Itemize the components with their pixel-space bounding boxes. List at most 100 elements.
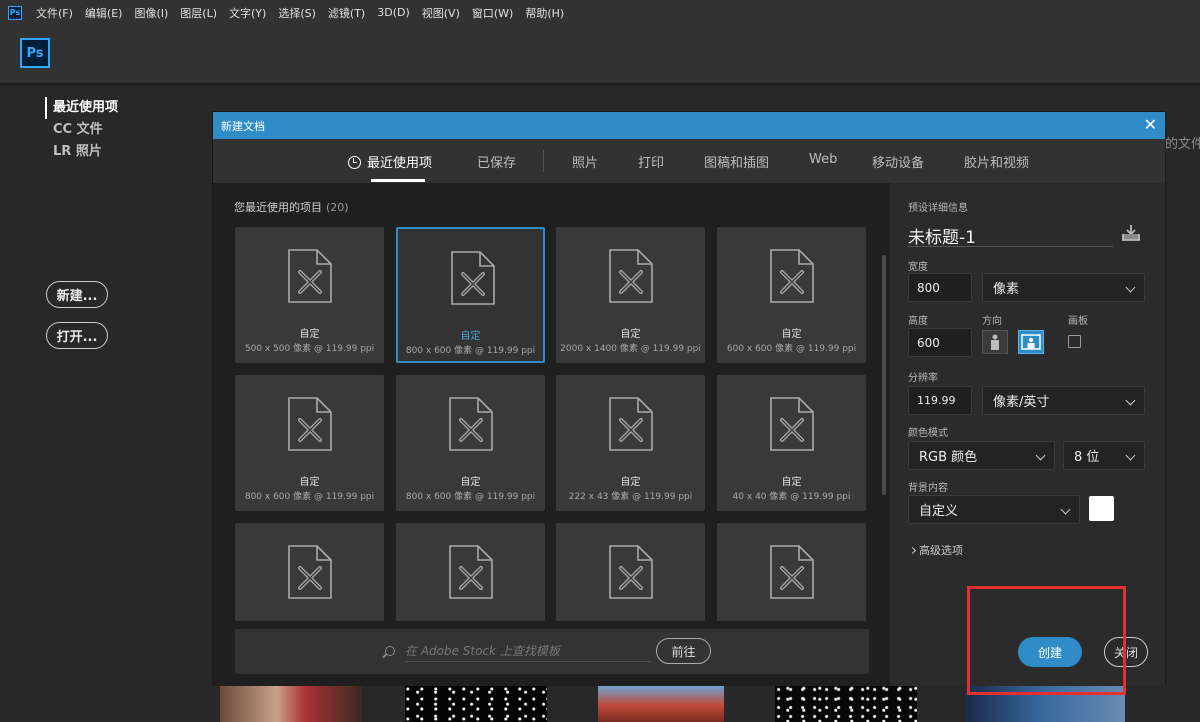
width-label: 宽度 <box>908 262 928 273</box>
tab-recent[interactable]: 最近使用项 <box>348 152 432 171</box>
preset-card[interactable] <box>556 523 705 621</box>
close-icon[interactable]: ✕ <box>1144 116 1157 134</box>
document-icon <box>449 545 493 599</box>
thumbnail-image[interactable] <box>598 685 724 722</box>
home-sidebar <box>0 85 212 722</box>
document-icon <box>609 397 653 451</box>
clock-icon <box>348 156 361 169</box>
preset-name: 自定 <box>781 329 802 340</box>
nav-recent[interactable]: 最近使用项 <box>45 97 118 119</box>
advanced-options-toggle[interactable]: 高级选项 <box>908 542 963 558</box>
chevron-down-icon <box>1035 450 1046 461</box>
stock-search-input[interactable]: 在 Adobe Stock 上查找模板 <box>385 642 560 659</box>
preset-dimensions: 2000 x 1400 像素 @ 119.99 ppi <box>560 344 701 354</box>
tab-art-illustration[interactable]: 图稿和插图 <box>704 152 769 171</box>
preset-card[interactable] <box>717 523 866 621</box>
tab-film-video[interactable]: 胶片和视频 <box>964 152 1029 171</box>
unit-dropdown[interactable]: 像素 <box>982 273 1145 302</box>
menu-window[interactable]: 窗口(W) <box>472 5 513 21</box>
scrollbar[interactable] <box>882 255 886 495</box>
color-mode-dropdown[interactable]: RGB 颜色 <box>908 441 1055 470</box>
thumbnail-image[interactable] <box>220 685 362 722</box>
nav-lr-photos[interactable]: LR 照片 <box>45 141 118 163</box>
home-nav: 最近使用项 CC 文件 LR 照片 <box>45 97 118 163</box>
menu-edit[interactable]: 编辑(E) <box>85 5 123 21</box>
dialog-title: 新建文档 <box>221 119 265 133</box>
preset-dimensions: 800 x 600 像素 @ 119.99 ppi <box>405 346 536 356</box>
preset-name: 自定 <box>299 477 320 488</box>
document-icon <box>288 249 332 303</box>
thumbnail-image[interactable] <box>775 685 917 722</box>
chevron-right-icon <box>908 546 917 555</box>
portrait-orientation-icon[interactable] <box>982 330 1008 354</box>
nav-cc-files[interactable]: CC 文件 <box>45 119 118 141</box>
tab-mobile[interactable]: 移动设备 <box>872 152 924 171</box>
preset-card[interactable]: 自定 600 x 600 像素 @ 119.99 ppi <box>717 227 866 363</box>
go-button[interactable]: 前往 <box>656 638 711 664</box>
width-field[interactable]: 800 <box>908 273 972 302</box>
menu-view[interactable]: 视图(V) <box>422 5 460 21</box>
menu-filter[interactable]: 滤镜(T) <box>328 5 365 21</box>
open-button[interactable]: 打开... <box>46 322 108 349</box>
menu-help[interactable]: 帮助(H) <box>525 5 564 21</box>
artboard-checkbox[interactable] <box>1068 335 1081 348</box>
artboard-label: 画板 <box>1068 316 1088 327</box>
preset-card[interactable]: 自定 800 x 600 像素 @ 119.99 ppi <box>396 375 545 511</box>
tab-photo[interactable]: 照片 <box>572 152 598 171</box>
preset-card[interactable]: 自定 222 x 43 像素 @ 119.99 ppi <box>556 375 705 511</box>
tab-divider <box>543 150 544 172</box>
landscape-orientation-icon[interactable] <box>1018 330 1044 354</box>
document-icon <box>770 545 814 599</box>
menu-file[interactable]: 文件(F) <box>36 5 73 21</box>
tab-saved[interactable]: 已保存 <box>477 152 516 171</box>
document-icon <box>609 545 653 599</box>
preset-dimensions: 800 x 600 像素 @ 119.99 ppi <box>405 492 536 502</box>
height-field[interactable]: 600 <box>908 328 972 357</box>
photoshop-logo[interactable]: Ps <box>20 38 50 68</box>
menu-select[interactable]: 选择(S) <box>278 5 316 21</box>
preset-dimensions: 222 x 43 像素 @ 119.99 ppi <box>568 492 693 502</box>
document-icon <box>288 545 332 599</box>
preset-card[interactable]: 自定 800 x 600 像素 @ 119.99 ppi <box>396 227 545 363</box>
document-icon <box>451 251 495 305</box>
home-hint-text: 的文件 <box>1165 137 1200 152</box>
tab-print[interactable]: 打印 <box>638 152 664 171</box>
preset-name: 自定 <box>460 331 481 342</box>
menu-type[interactable]: 文字(Y) <box>229 5 266 21</box>
chevron-down-icon <box>1125 395 1136 406</box>
home-header: Ps <box>0 25 1200 83</box>
menu-image[interactable]: 图像(I) <box>134 5 168 21</box>
tab-web[interactable]: Web <box>809 152 837 167</box>
background-dropdown[interactable]: 自定义 <box>908 495 1080 524</box>
menu-layer[interactable]: 图层(L) <box>180 5 217 21</box>
new-button[interactable]: 新建... <box>46 281 108 308</box>
preset-card[interactable]: 自定 2000 x 1400 像素 @ 119.99 ppi <box>556 227 705 363</box>
name-underline <box>908 246 1113 247</box>
height-label: 高度 <box>908 316 928 327</box>
preset-name: 自定 <box>620 329 641 340</box>
preset-name: 自定 <box>781 477 802 488</box>
document-name[interactable]: 未标题-1 <box>908 223 976 248</box>
menu-3d[interactable]: 3D(D) <box>377 6 410 19</box>
preset-card[interactable] <box>235 523 384 621</box>
preset-card[interactable]: 自定 800 x 600 像素 @ 119.99 ppi <box>235 375 384 511</box>
preset-card[interactable]: 自定 500 x 500 像素 @ 119.99 ppi <box>235 227 384 363</box>
background-label: 背景内容 <box>908 483 948 494</box>
document-icon <box>449 397 493 451</box>
preset-card[interactable]: 自定 40 x 40 像素 @ 119.99 ppi <box>717 375 866 511</box>
resolution-field[interactable]: 119.99 <box>908 386 972 415</box>
search-icon <box>385 646 395 656</box>
color-mode-label: 颜色模式 <box>908 428 948 439</box>
resolution-unit-dropdown[interactable]: 像素/英寸 <box>982 386 1145 415</box>
preset-name: 自定 <box>620 477 641 488</box>
bit-depth-dropdown[interactable]: 8 位 <box>1063 441 1145 470</box>
preset-dimensions: 800 x 600 像素 @ 119.99 ppi <box>244 492 375 502</box>
orientation-label: 方向 <box>982 316 1002 327</box>
search-underline <box>405 661 651 662</box>
preset-card[interactable] <box>396 523 545 621</box>
save-preset-icon[interactable] <box>1121 224 1141 242</box>
thumbnail-image[interactable] <box>405 685 547 722</box>
annotation-highlight-box <box>967 586 1126 695</box>
preset-name: 自定 <box>299 329 320 340</box>
background-color-swatch[interactable] <box>1089 496 1114 521</box>
